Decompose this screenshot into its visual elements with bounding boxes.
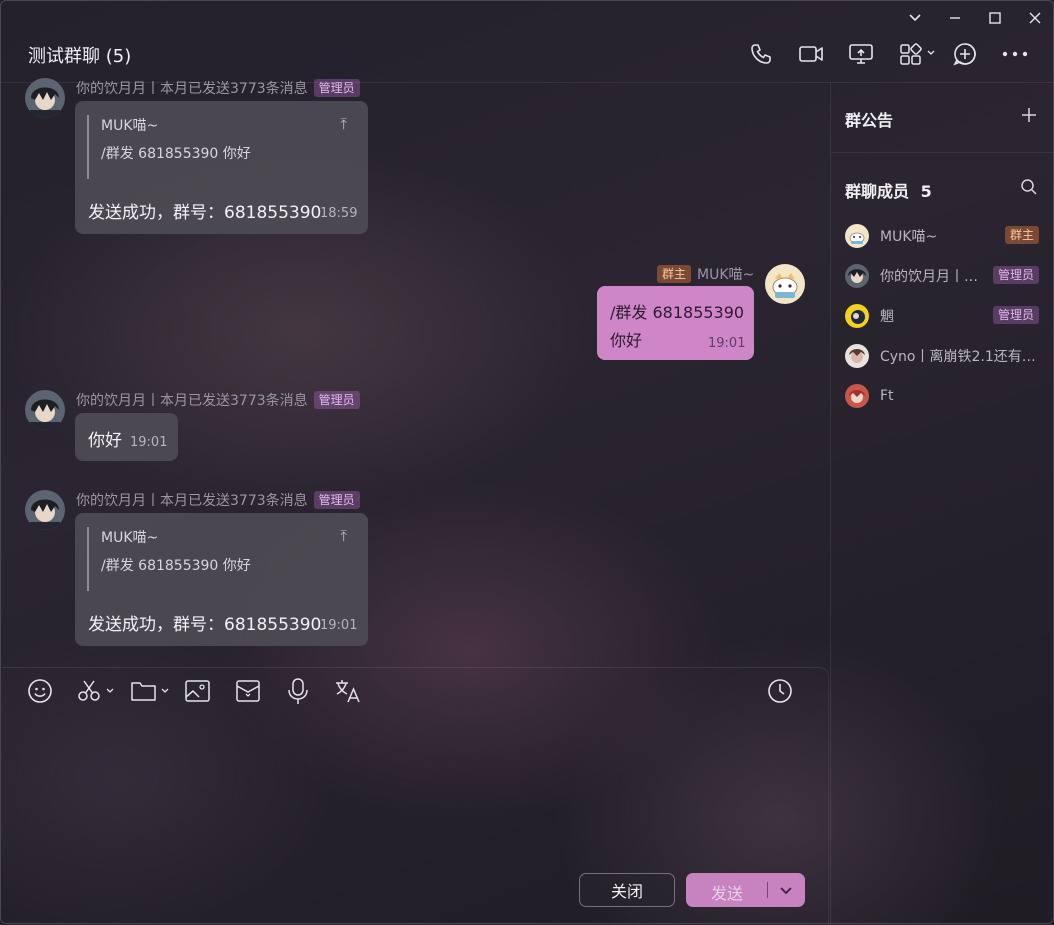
more-icon[interactable]: [999, 38, 1031, 70]
member-item[interactable]: 你的饮月月丨本月已发送3773条消息 管理员: [845, 262, 1045, 290]
sender-name: 你的饮月月丨本月已发送3773条消息: [76, 81, 308, 97]
red-packet-icon[interactable]: [235, 676, 261, 706]
message-text: /群发 681855390: [610, 303, 745, 322]
message-bubble[interactable]: 你好 19:01: [75, 413, 178, 461]
video-call-icon[interactable]: [795, 38, 827, 70]
close-button[interactable]: 关闭: [579, 873, 675, 907]
chevron-down-icon[interactable]: [901, 8, 929, 28]
send-button[interactable]: 发送: [686, 873, 805, 907]
history-icon[interactable]: [766, 676, 794, 706]
owner-badge: 群主: [1004, 226, 1039, 244]
chat-title: 测试群聊 (5): [28, 46, 132, 67]
admin-badge: 管理员: [313, 79, 360, 97]
member-name: Cyno丨离崩铁2.1还有…: [880, 349, 1036, 365]
member-name: 魍: [880, 309, 894, 325]
message-time: 19:01: [320, 618, 358, 633]
message-bubble[interactable]: /群发 681855390 你好 19:01: [597, 286, 754, 360]
message-text: 你好: [610, 331, 643, 350]
sender-name: 你的饮月月丨本月已发送3773条消息: [76, 493, 308, 509]
member-name: MUK喵~: [880, 229, 938, 245]
admin-badge: 管理员: [313, 491, 360, 509]
quote-text: /群发 681855390 你好: [101, 146, 251, 162]
chevron-down-icon[interactable]: [774, 879, 798, 901]
quote-author: MUK喵~: [101, 118, 159, 134]
members-title: 群聊成员 5: [845, 178, 932, 202]
members-count: 5: [920, 182, 932, 201]
message-text: 发送成功，群号：681855390: [88, 615, 322, 635]
members-label: 群聊成员: [845, 182, 910, 201]
folder-icon[interactable]: [130, 676, 172, 706]
jump-to-quote-icon[interactable]: ⤒: [340, 115, 347, 133]
quote-author: MUK喵~: [101, 530, 159, 546]
message-time: 19:01: [130, 435, 168, 450]
message-bubble[interactable]: MUK喵~ ⤒ /群发 681855390 你好 发送成功，群号：6818553…: [75, 101, 368, 234]
avatar[interactable]: [25, 78, 65, 118]
message-sender: 你的饮月月丨本月已发送3773条消息 管理员: [76, 390, 360, 410]
message-time: 19:01: [708, 336, 746, 351]
message-text: 你好: [88, 431, 122, 451]
member-name: Ft: [880, 388, 894, 404]
member-avatar: [845, 384, 869, 408]
emoji-icon[interactable]: [27, 676, 53, 706]
quote-text: /群发 681855390 你好: [101, 558, 251, 574]
quoted-message[interactable]: MUK喵~ ⤒ /群发 681855390 你好: [87, 115, 357, 179]
image-icon[interactable]: [184, 676, 212, 706]
member-item[interactable]: 魍 管理员: [845, 302, 1045, 330]
admin-badge: 管理员: [992, 306, 1039, 324]
avatar[interactable]: [25, 390, 65, 430]
admin-badge: 管理员: [313, 391, 360, 409]
minimize-icon[interactable]: [941, 8, 969, 28]
message-sender: 你的饮月月丨本月已发送3773条消息 管理员: [76, 78, 360, 98]
microphone-icon[interactable]: [286, 676, 310, 706]
panel-separator: [831, 152, 1054, 153]
screen-share-icon[interactable]: [845, 38, 877, 70]
phone-icon[interactable]: [745, 38, 777, 70]
message-bubble[interactable]: MUK喵~ ⤒ /群发 681855390 你好 发送成功，群号：6818553…: [75, 513, 368, 646]
member-avatar: [845, 224, 869, 248]
translate-icon[interactable]: [334, 676, 362, 706]
message-sender: 你的饮月月丨本月已发送3773条消息 管理员: [76, 490, 360, 510]
send-button-label: 发送: [711, 884, 744, 903]
add-announcement-icon[interactable]: [1020, 106, 1040, 126]
close-icon[interactable]: [1021, 8, 1049, 28]
message-time: 18:59: [320, 206, 358, 221]
member-item[interactable]: Cyno丨离崩铁2.1还有…: [845, 342, 1045, 370]
member-item[interactable]: MUK喵~ 群主: [845, 222, 1045, 250]
quoted-message[interactable]: MUK喵~ ⤒ /群发 681855390 你好: [87, 527, 357, 591]
jump-to-quote-icon[interactable]: ⤒: [340, 527, 347, 545]
announcement-title: 群公告: [845, 111, 894, 130]
apps-icon[interactable]: [897, 38, 939, 70]
message-text: 发送成功，群号：681855390: [88, 203, 322, 223]
avatar[interactable]: [765, 264, 805, 304]
avatar[interactable]: [25, 490, 65, 530]
maximize-icon[interactable]: [981, 8, 1009, 28]
admin-badge: 管理员: [992, 266, 1039, 284]
sender-name: MUK喵~: [697, 267, 755, 283]
member-avatar: [845, 304, 869, 328]
member-avatar: [845, 344, 869, 368]
add-circle-icon[interactable]: [949, 38, 981, 70]
screenshot-icon[interactable]: [76, 676, 118, 706]
sender-name: 你的饮月月丨本月已发送3773条消息: [76, 393, 308, 409]
member-item[interactable]: Ft: [845, 382, 1045, 410]
owner-badge: 群主: [657, 265, 692, 283]
search-members-icon[interactable]: [1020, 178, 1040, 198]
send-button-divider: [767, 882, 768, 898]
member-name: 你的饮月月丨本月已发送3773条消息: [880, 269, 990, 285]
message-sender: 群主 MUK喵~: [657, 264, 754, 284]
member-avatar: [845, 264, 869, 288]
panel-divider: [830, 82, 831, 924]
